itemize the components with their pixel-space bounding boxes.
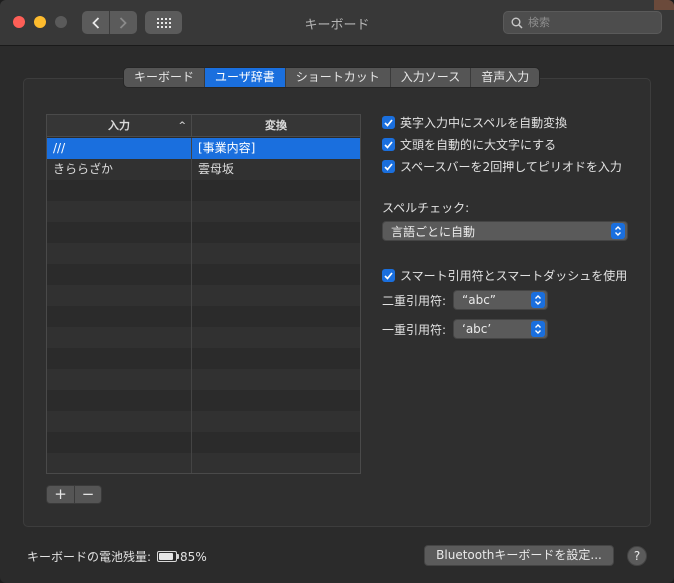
preferences-window: キーボード キーボード ユーザ辞書 ショートカット 入力ソース 音声入力 入力 … (0, 0, 674, 583)
checkmark-icon (382, 138, 395, 151)
battery-icon (157, 551, 180, 562)
smart-quotes-checkbox[interactable]: スマート引用符とスマートダッシュを使用 (382, 267, 627, 284)
empty-row (47, 453, 360, 473)
auto-capitalize-label: 文頭を自動的に大文字にする (400, 138, 557, 152)
empty-row (47, 243, 360, 264)
setup-bluetooth-keyboard-button[interactable]: Bluetoothキーボードを設定... (424, 545, 614, 566)
battery-status: キーボードの電池残量: 85% (27, 548, 207, 565)
empty-row (47, 180, 360, 201)
auto-correct-checkbox[interactable]: 英字入力中にスペルを自動変換 (382, 114, 567, 131)
spell-check-value: 言語ごとに自動 (391, 224, 476, 239)
empty-row (47, 285, 360, 306)
double-quote-value: “abc” (462, 293, 497, 307)
empty-row (47, 369, 360, 390)
tab-shortcuts[interactable]: ショートカット (284, 68, 390, 87)
column-header-input[interactable]: 入力 ^ (47, 115, 192, 137)
auto-capitalize-checkbox[interactable]: 文頭を自動的に大文字にする (382, 136, 556, 153)
single-quote-value: ‘abc’ (462, 322, 492, 336)
checkmark-icon (382, 269, 395, 282)
cell-output: [事業内容] (198, 141, 256, 155)
empty-row (47, 390, 360, 411)
tab-input-sources[interactable]: 入力ソース (389, 68, 470, 87)
table-header: 入力 ^ 変換 (47, 115, 360, 137)
table-row[interactable]: /// [事業内容] (47, 138, 360, 159)
spell-check-label: スペルチェック: (382, 201, 470, 215)
cell-output: 雲母坂 (198, 162, 235, 176)
double-quote-popup[interactable]: “abc” (453, 290, 548, 310)
search-icon (511, 17, 523, 29)
cell-input: /// (47, 138, 192, 159)
single-quote-popup[interactable]: ‘abc’ (453, 319, 548, 339)
cell-input: きららざか (47, 159, 192, 180)
column-header-output[interactable]: 変換 (192, 115, 360, 137)
search-input[interactable] (528, 16, 653, 29)
double-space-period-checkbox[interactable]: スペースバーを2回押してピリオドを入力 (382, 158, 622, 175)
search-field[interactable] (503, 11, 662, 34)
empty-row (47, 327, 360, 348)
up-down-chevron-icon (531, 292, 545, 308)
sort-ascending-icon: ^ (178, 121, 186, 131)
checkmark-icon (382, 160, 395, 173)
up-down-chevron-icon (531, 321, 545, 337)
smart-quotes-label: スマート引用符とスマートダッシュを使用 (400, 269, 628, 283)
empty-row (47, 432, 360, 453)
tab-bar: キーボード ユーザ辞書 ショートカット 入力ソース 音声入力 (123, 67, 541, 88)
tab-dictation[interactable]: 音声入力 (470, 68, 539, 87)
battery-label: キーボードの電池残量: (27, 550, 152, 564)
battery-percentage: 85% (180, 549, 207, 564)
dictionary-table[interactable]: 入力 ^ 変換 /// [事業内容] きららざか 雲母坂 (46, 114, 361, 474)
table-row[interactable]: きららざか 雲母坂 (47, 159, 360, 180)
help-button[interactable]: ? (627, 546, 647, 566)
add-button[interactable]: + (47, 486, 74, 503)
empty-row (47, 222, 360, 243)
empty-row (47, 411, 360, 432)
spell-check-popup[interactable]: 言語ごとに自動 (382, 221, 628, 241)
auto-correct-label: 英字入力中にスペルを自動変換 (400, 116, 568, 130)
remove-button[interactable]: − (74, 486, 101, 503)
empty-row (47, 201, 360, 222)
up-down-chevron-icon (611, 223, 625, 239)
add-remove-buttons: + − (46, 485, 102, 504)
empty-row (47, 306, 360, 327)
tab-keyboard[interactable]: キーボード (124, 68, 204, 87)
double-space-period-label: スペースバーを2回押してピリオドを入力 (400, 160, 622, 174)
empty-row (47, 264, 360, 285)
double-quote-label: 二重引用符: (382, 294, 447, 308)
tab-user-dictionary[interactable]: ユーザ辞書 (204, 68, 285, 87)
title-bar: キーボード (0, 0, 674, 46)
checkmark-icon (382, 116, 395, 129)
empty-row (47, 348, 360, 369)
single-quote-label: 一重引用符: (382, 323, 447, 337)
table-body: /// [事業内容] きららざか 雲母坂 (47, 138, 360, 473)
background-sliver (654, 0, 674, 10)
